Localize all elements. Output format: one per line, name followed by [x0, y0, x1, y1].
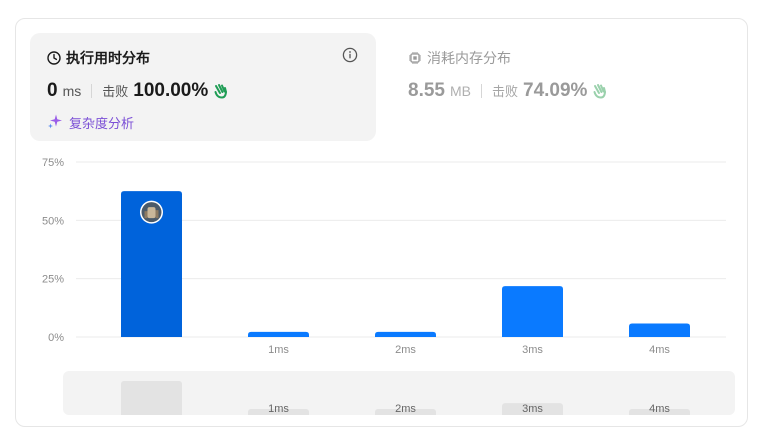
chart-bar[interactable]	[248, 331, 309, 337]
bar-chart: 0% 25% 50% 75% 1ms 2ms 3ms 4ms	[42, 157, 726, 356]
chart-bar[interactable]	[629, 323, 690, 337]
chart-bar[interactable]	[502, 286, 563, 337]
y-tick-label: 25%	[42, 274, 64, 286]
scrubber-label: 3ms	[522, 403, 543, 415]
scrubber-mini-chart: 1ms 2ms 3ms 4ms	[121, 381, 690, 415]
scrubber-label: 2ms	[395, 403, 416, 415]
runtime-distribution-chart: 0% 25% 50% 75% 1ms 2ms 3ms 4ms	[16, 19, 747, 426]
x-tick-label: 1ms	[268, 344, 289, 356]
x-tick-label: 4ms	[649, 344, 670, 356]
user-avatar-detail	[144, 211, 148, 219]
user-avatar-detail	[155, 210, 159, 219]
x-tick-label: 3ms	[522, 344, 543, 356]
scrubber-label: 4ms	[649, 403, 670, 415]
y-tick-label: 50%	[42, 215, 64, 227]
user-avatar-detail	[147, 207, 156, 219]
y-tick-label: 75%	[42, 157, 64, 169]
runtime-distribution-panel: 执行用时分布 0 ms 击败 100.00% 复杂度分析 消耗内存分布 8.55…	[15, 18, 748, 427]
scrubber-label: 1ms	[268, 403, 289, 415]
chart-bar[interactable]	[375, 331, 436, 337]
scrubber-bar	[121, 381, 182, 415]
x-tick-label: 2ms	[395, 344, 416, 356]
y-tick-label: 0%	[48, 332, 64, 344]
range-scrubber[interactable]: 1ms 2ms 3ms 4ms	[63, 371, 735, 415]
